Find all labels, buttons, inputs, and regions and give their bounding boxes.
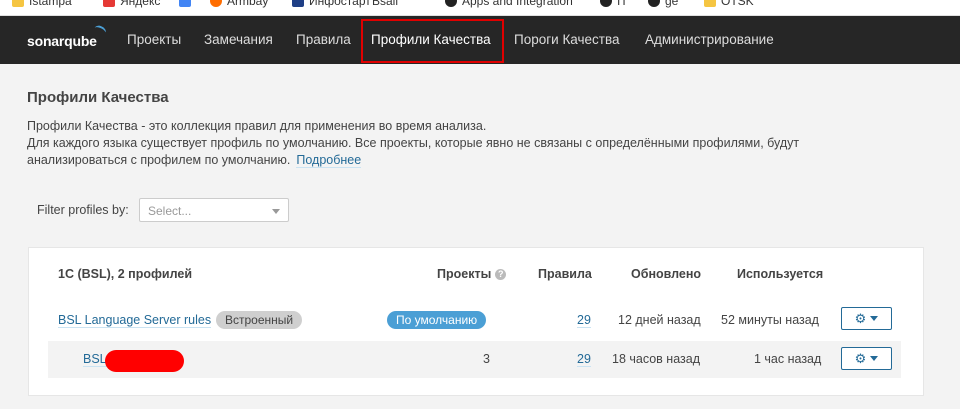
- header-updated: Обновлено: [631, 267, 702, 281]
- help-icon[interactable]: ?: [495, 269, 507, 280]
- bookmark-item[interactable]: Armbay: [210, 0, 268, 9]
- bookmark-item[interactable]: ge: [648, 0, 678, 9]
- caret-down-icon: [870, 316, 879, 321]
- bookmarks-bar: Istampa Яндекс Armbay Инфостарт Bsall Ap…: [0, 0, 960, 16]
- bookmark-icon: [179, 0, 191, 7]
- filter-placeholder: Select...: [148, 204, 192, 218]
- github-icon: [600, 0, 612, 7]
- bookmark-folder-icon: [12, 0, 24, 7]
- description-line: Профили Качества - это коллекция правил …: [27, 119, 487, 133]
- profile-actions-button[interactable]: ⚙: [841, 307, 892, 330]
- header-used: Используется: [737, 267, 824, 281]
- description-line: анализироваться с профилем по умолчанию.…: [27, 153, 362, 168]
- github-icon: [648, 0, 660, 7]
- page-title: Профили Качества: [27, 89, 169, 106]
- used-time: 52 минуты назад: [721, 313, 819, 327]
- bookmark-item[interactable]: OTSK: [704, 0, 754, 9]
- github-icon: [445, 0, 457, 7]
- rules-count-link[interactable]: 29: [577, 352, 591, 367]
- description-line: Для каждого языка существует профиль по …: [27, 136, 800, 150]
- bookmark-folder-icon: [704, 0, 716, 7]
- profile-actions-button[interactable]: ⚙: [841, 347, 892, 370]
- rules-count-link[interactable]: 29: [577, 313, 591, 328]
- bookmark-item[interactable]: Яндекс: [103, 0, 160, 9]
- header-projects: Проекты?: [437, 267, 507, 281]
- bookmark-item[interactable]: Istampa: [12, 0, 72, 9]
- bookmark-item[interactable]: IT: [600, 0, 628, 9]
- filter-language-select[interactable]: Select...: [139, 198, 289, 222]
- nav-quality-gates[interactable]: Пороги Качества: [514, 16, 620, 64]
- bookmark-icon: [210, 0, 222, 7]
- profile-name-link[interactable]: BSL: [83, 352, 107, 367]
- bookmark-item[interactable]: Apps and Integration: [445, 0, 573, 9]
- filter-label: Filter profiles by:: [37, 203, 129, 217]
- updated-time: 18 часов назад: [612, 352, 700, 366]
- projects-count: 3: [483, 352, 490, 366]
- bookmark-icon: [292, 0, 304, 7]
- nav-projects[interactable]: Проекты: [127, 16, 181, 64]
- gear-icon: ⚙: [854, 310, 867, 326]
- bookmark-item[interactable]: Инфостарт: [292, 0, 371, 9]
- language-group-title: 1С (BSL), 2 профилей: [58, 267, 193, 281]
- default-badge: По умолчанию: [387, 311, 487, 329]
- bookmark-item[interactable]: Bsall: [372, 0, 398, 9]
- learn-more-link[interactable]: Подробнее: [296, 153, 362, 168]
- profile-name-link[interactable]: BSL Language Server rules: [58, 313, 212, 328]
- gear-icon: ⚙: [854, 350, 867, 366]
- redaction-mark: [105, 350, 184, 372]
- nav-issues[interactable]: Замечания: [204, 16, 273, 64]
- yandex-icon: [103, 0, 115, 7]
- chevron-down-icon: [272, 209, 280, 214]
- nav-rules[interactable]: Правила: [296, 16, 351, 64]
- nav-administration[interactable]: Администрирование: [645, 16, 774, 64]
- updated-time: 12 дней назад: [618, 313, 701, 327]
- sonarqube-logo[interactable]: sonarqube: [27, 23, 108, 49]
- used-time: 1 час назад: [754, 352, 822, 366]
- bookmark-item[interactable]: [179, 0, 191, 9]
- caret-down-icon: [870, 356, 879, 361]
- page-description: Профили Качества - это коллекция правил …: [27, 118, 907, 169]
- annotation-highlight-box: [361, 19, 504, 63]
- builtin-badge: Встроенный: [216, 311, 303, 329]
- header-rules: Правила: [538, 267, 592, 281]
